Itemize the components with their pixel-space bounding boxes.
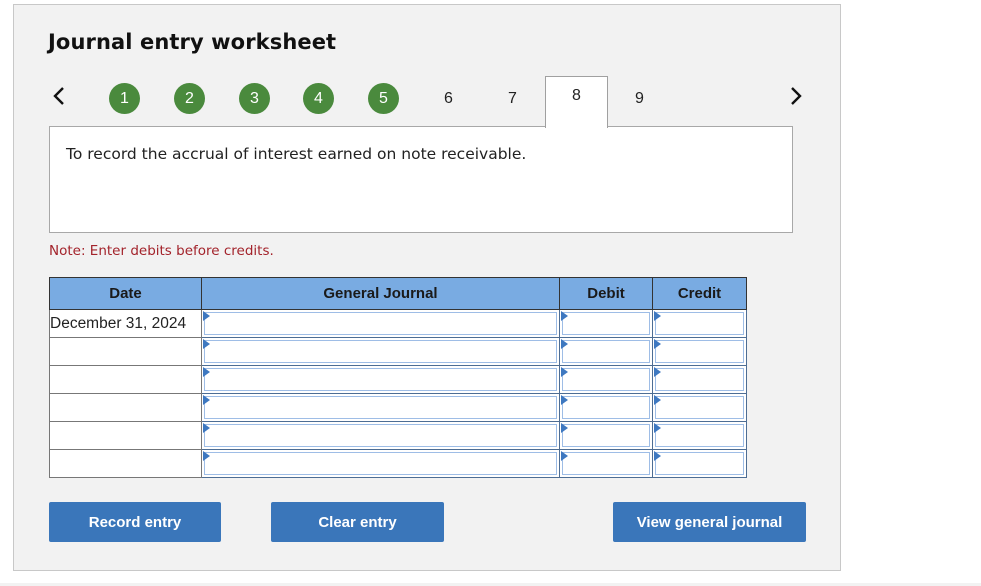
chevron-right-icon (791, 87, 802, 105)
table-row (49, 393, 747, 422)
debit-input-cell (559, 449, 653, 478)
step-3[interactable]: 3 (239, 83, 270, 114)
dropdown-flag-icon (654, 451, 661, 461)
credit-input[interactable] (655, 424, 744, 447)
debit-input-cell (559, 337, 653, 366)
entry-description-box: To record the accrual of interest earned… (49, 126, 793, 233)
account-input[interactable] (204, 396, 557, 419)
account-input-cell (201, 337, 560, 366)
prev-step-button[interactable] (50, 84, 70, 108)
dropdown-flag-icon (654, 423, 661, 433)
debit-input-cell (559, 365, 653, 394)
dropdown-flag-icon (654, 367, 661, 377)
credit-input-cell (652, 365, 747, 394)
date-cell[interactable] (49, 449, 202, 478)
step-5[interactable]: 5 (368, 83, 399, 114)
table-row: December 31, 2024 (49, 309, 747, 338)
dropdown-flag-icon (203, 395, 210, 405)
account-input[interactable] (204, 424, 557, 447)
header-credit: Credit (652, 277, 747, 310)
credit-input[interactable] (655, 396, 744, 419)
dropdown-flag-icon (561, 451, 568, 461)
dropdown-flag-icon (561, 311, 568, 321)
dropdown-flag-icon (561, 339, 568, 349)
credit-input-cell (652, 421, 747, 450)
credit-input[interactable] (655, 312, 744, 335)
account-input[interactable] (204, 368, 557, 391)
dropdown-flag-icon (654, 311, 661, 321)
page-title: Journal entry worksheet (48, 30, 337, 54)
step-2[interactable]: 2 (174, 83, 205, 114)
dropdown-flag-icon (561, 367, 568, 377)
credit-input[interactable] (655, 340, 744, 363)
journal-table: Date General Journal Debit Credit Decemb… (49, 277, 747, 478)
debit-input[interactable] (562, 312, 650, 335)
debit-input[interactable] (562, 396, 650, 419)
date-cell[interactable] (49, 337, 202, 366)
dropdown-flag-icon (654, 339, 661, 349)
entry-description: To record the accrual of interest earned… (66, 145, 527, 163)
account-input-cell (201, 309, 560, 338)
account-input[interactable] (204, 312, 557, 335)
debit-credit-note: Note: Enter debits before credits. (49, 243, 274, 259)
table-row (49, 365, 747, 394)
table-row (49, 337, 747, 366)
dropdown-flag-icon (561, 395, 568, 405)
debit-input-cell (559, 393, 653, 422)
dropdown-flag-icon (561, 423, 568, 433)
credit-input-cell (652, 449, 747, 478)
debit-input[interactable] (562, 424, 650, 447)
step-9[interactable]: 9 (624, 83, 655, 114)
date-cell[interactable] (49, 393, 202, 422)
step-1[interactable]: 1 (109, 83, 140, 114)
debit-input-cell (559, 421, 653, 450)
step-4[interactable]: 4 (303, 83, 334, 114)
credit-input[interactable] (655, 368, 744, 391)
account-input-cell (201, 393, 560, 422)
clear-entry-button[interactable]: Clear entry (271, 502, 444, 542)
debit-input-cell (559, 309, 653, 338)
account-input[interactable] (204, 340, 557, 363)
dropdown-flag-icon (203, 339, 210, 349)
date-cell[interactable] (49, 365, 202, 394)
dropdown-flag-icon (203, 451, 210, 461)
step-8-active-tab[interactable]: 8 (545, 76, 608, 128)
dropdown-flag-icon (203, 367, 210, 377)
header-general-journal: General Journal (201, 277, 560, 310)
account-input-cell (201, 449, 560, 478)
chevron-left-icon (53, 87, 64, 105)
credit-input-cell (652, 309, 747, 338)
table-header-row: Date General Journal Debit Credit (49, 277, 747, 310)
next-step-button[interactable] (786, 84, 806, 108)
dropdown-flag-icon (654, 395, 661, 405)
date-cell[interactable]: December 31, 2024 (49, 309, 202, 338)
debit-input[interactable] (562, 340, 650, 363)
account-input-cell (201, 421, 560, 450)
debit-input[interactable] (562, 452, 650, 475)
account-input[interactable] (204, 452, 557, 475)
table-row (49, 421, 747, 450)
dropdown-flag-icon (203, 423, 210, 433)
credit-input-cell (652, 337, 747, 366)
account-input-cell (201, 365, 560, 394)
credit-input[interactable] (655, 452, 744, 475)
record-entry-button[interactable]: Record entry (49, 502, 221, 542)
table-row (49, 449, 747, 478)
view-general-journal-button[interactable]: View general journal (613, 502, 806, 542)
step-6[interactable]: 6 (433, 83, 464, 114)
step-7[interactable]: 7 (497, 83, 528, 114)
debit-input[interactable] (562, 368, 650, 391)
dropdown-flag-icon (203, 311, 210, 321)
header-date: Date (49, 277, 202, 310)
date-cell[interactable] (49, 421, 202, 450)
credit-input-cell (652, 393, 747, 422)
header-debit: Debit (559, 277, 653, 310)
